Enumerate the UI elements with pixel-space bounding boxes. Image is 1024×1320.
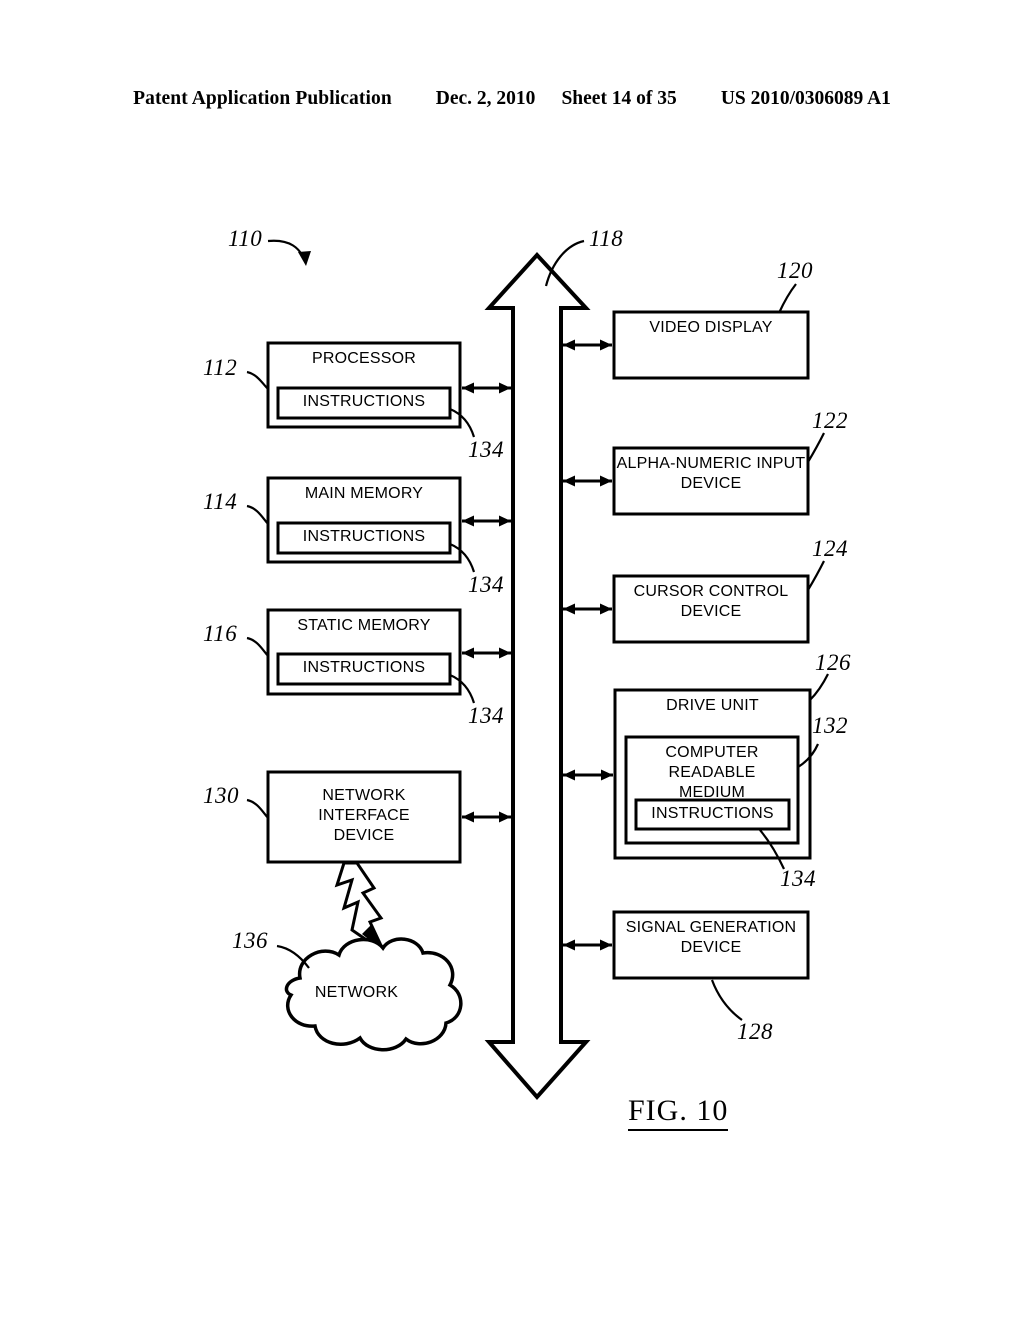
cursor-control-device-title: CURSOR CONTROL DEVICE [633, 583, 789, 620]
processor-title: PROCESSOR [311, 350, 417, 367]
network-interface-device-title: NETWORK INTERFACE DEVICE [318, 787, 410, 844]
static-memory-instructions-label: INSTRUCTIONS [302, 659, 426, 676]
leader-128 [710, 979, 743, 1021]
ref-134-static-memory: 134 [468, 703, 504, 728]
network-cloud-label: NETWORK [314, 984, 399, 1001]
ref-126: 126 [815, 650, 851, 675]
static-memory-title: STATIC MEMORY [297, 617, 431, 634]
ref-118: 118 [589, 226, 624, 251]
drive-instructions-label: INSTRUCTIONS [651, 805, 774, 822]
leader-110-arrowhead [298, 251, 311, 266]
ref-128: 128 [737, 1019, 773, 1044]
main-memory-instructions-label: INSTRUCTIONS [302, 528, 426, 545]
drive-unit-title: DRIVE UNIT [666, 697, 759, 714]
leader-112 [246, 370, 269, 390]
leader-110 [267, 239, 307, 262]
patent-figure-page: Patent Application Publication Dec. 2, 2… [0, 0, 1024, 1320]
video-display-title: VIDEO DISPLAY [649, 319, 773, 336]
leader-130 [246, 798, 269, 819]
leader-124 [807, 560, 825, 591]
ref-134-main-memory: 134 [468, 572, 504, 597]
figure-artwork [246, 239, 829, 1101]
alpha-numeric-input-device-title: ALPHA-NUMERIC INPUT DEVICE [616, 455, 806, 492]
ref-116: 116 [203, 621, 238, 646]
ref-110: 110 [228, 226, 263, 251]
ref-136: 136 [232, 928, 268, 953]
ref-134-processor: 134 [468, 437, 504, 462]
leader-116 [246, 636, 269, 657]
leader-114 [246, 504, 269, 525]
system-bus-arrow [484, 252, 591, 1101]
leader-126 [809, 673, 829, 701]
ref-130: 130 [203, 783, 239, 808]
ref-112: 112 [203, 355, 238, 380]
ref-114: 114 [203, 489, 238, 514]
ref-134-drive-unit: 134 [780, 866, 816, 891]
ref-124: 124 [812, 536, 848, 561]
main-memory-title: MAIN MEMORY [304, 485, 424, 502]
figure-caption: FIG. 10 [628, 1094, 729, 1131]
processor-instructions-label: INSTRUCTIONS [302, 393, 426, 410]
ref-122: 122 [812, 408, 848, 433]
leader-120 [777, 283, 797, 314]
ref-120: 120 [777, 258, 813, 283]
computer-readable-medium-label: COMPUTER READABLE MEDIUM [665, 744, 759, 801]
signal-generation-device-title: SIGNAL GENERATION DEVICE [625, 919, 797, 956]
ref-132: 132 [812, 713, 848, 738]
